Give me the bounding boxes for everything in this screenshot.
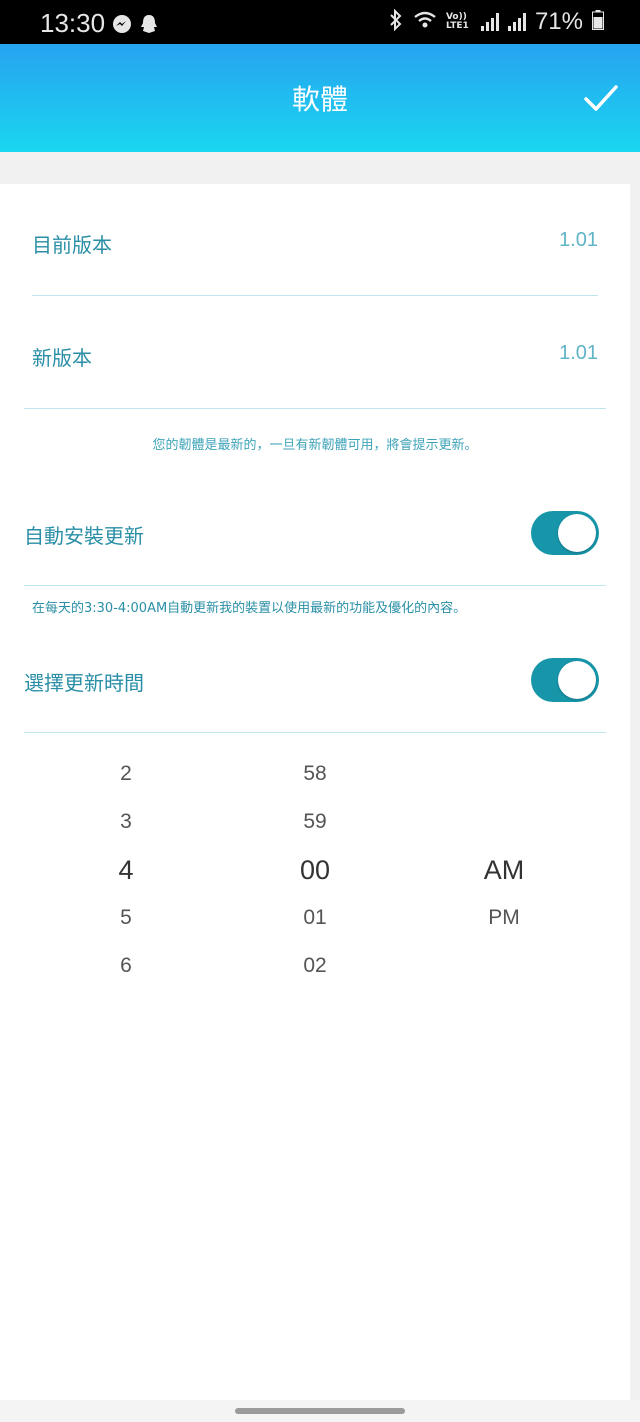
auto-update-description: 在每天的3:30-4:00AM自動更新我的裝置以使用最新的功能及優化的內容。 [32,601,467,616]
firmware-status-notice: 您的韌體是最新的，一旦有新韌體可用，將會提示更新。 [152,438,478,453]
minute-option[interactable]: 59 [255,810,375,834]
confirm-button[interactable] [584,84,618,114]
hour-option[interactable]: 3 [66,810,186,834]
ghost-icon [140,14,158,38]
battery-icon [592,10,604,34]
check-icon [584,85,618,111]
auto-update-label: 自動安裝更新 [24,524,144,548]
period-option[interactable]: PM [444,906,564,930]
messenger-icon [112,14,132,38]
battery-percent: 71% [534,8,583,35]
auto-update-toggle[interactable] [531,511,599,555]
volte-icon: Vo)) LTE1 [445,12,469,31]
hour-option[interactable]: 6 [66,954,186,978]
minute-option[interactable]: 02 [255,954,375,978]
divider [24,408,606,409]
divider [32,295,598,296]
header-spacer [0,152,640,184]
hour-option[interactable]: 5 [66,906,186,930]
minute-option[interactable]: 01 [255,906,375,930]
period-option-selected[interactable]: AM [444,855,564,886]
hour-picker[interactable]: 2 3 4 5 6 [66,758,186,998]
app-bar: 軟體 [0,44,640,152]
new-version-value: 1.01 [559,342,598,364]
status-bar: 13:30 Vo)) LTE1 71% [0,0,640,44]
home-handle[interactable] [235,1408,405,1414]
signal-icon [480,13,499,31]
current-version-value: 1.01 [559,229,598,251]
toggle-knob [558,661,596,699]
toggle-knob [558,514,596,552]
signal-roaming-icon [507,13,526,31]
settings-content: 目前版本 1.01 新版本 1.01 您的韌體是最新的，一旦有新韌體可用，將會提… [0,184,630,1400]
minute-picker[interactable]: 58 59 00 01 02 [255,758,375,998]
minute-option[interactable]: 58 [255,762,375,786]
wifi-icon [413,10,437,34]
page-title: 軟體 [291,83,348,116]
schedule-label: 選擇更新時間 [24,671,144,695]
divider [24,585,606,586]
navigation-bar [0,1400,640,1422]
status-time: 13:30 [40,8,106,38]
bluetooth-icon [388,8,404,35]
period-picker[interactable]: AM PM [444,758,564,998]
divider [24,732,606,733]
current-version-label: 目前版本 [32,233,112,257]
right-edge [630,152,640,1400]
hour-option[interactable]: 2 [66,762,186,786]
hour-option-selected[interactable]: 4 [66,855,186,886]
schedule-toggle[interactable] [531,658,599,702]
new-version-label: 新版本 [32,346,92,370]
minute-option-selected[interactable]: 00 [255,855,375,886]
